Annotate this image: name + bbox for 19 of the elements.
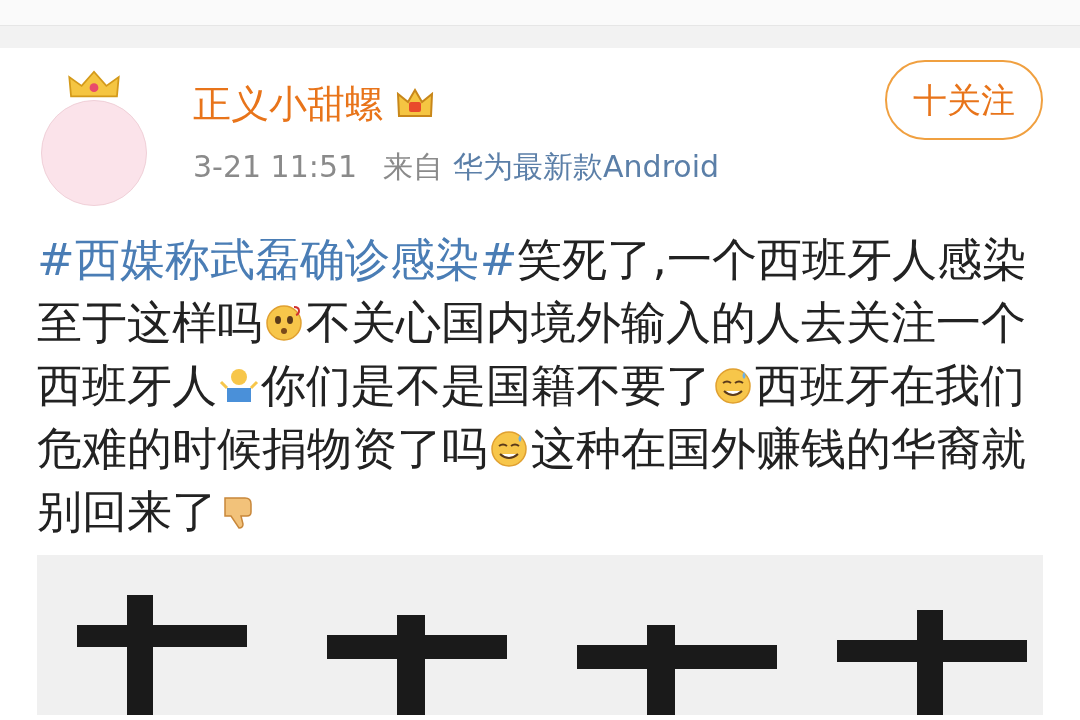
source-link[interactable]: 华为最新款Android [453, 144, 720, 189]
post-text: 笑死了,一个西班牙人感染 [517, 232, 1027, 288]
author-name[interactable]: 正义小甜螺 [193, 78, 383, 130]
post-text: 你们是不是国籍不要了 [261, 358, 711, 414]
post-text: 不关心国内境外输入的人去关注一个 [306, 295, 1026, 351]
post-text: 这种在国外赚钱的华裔就 [531, 421, 1026, 477]
hashtag-link[interactable]: #西媒称武磊确诊感染# [37, 228, 518, 291]
post-text: 西班牙人 [37, 358, 217, 414]
sweat-emoji-icon [489, 428, 529, 469]
post-text: 别回来了 [37, 484, 217, 540]
source-label: 来自 [383, 148, 444, 186]
post-text: 危难的时候捐物资了吗 [37, 421, 487, 477]
sweat-emoji-icon [713, 365, 753, 406]
puzzled-emoji-icon [264, 302, 304, 343]
post-text: 西班牙在我们 [755, 358, 1025, 414]
crown-icon [65, 70, 123, 100]
post-time: 3-21 11:51 [193, 148, 358, 186]
post-text: 至于这样吗 [37, 295, 262, 351]
follow-button[interactable]: 十关注 [885, 60, 1043, 140]
